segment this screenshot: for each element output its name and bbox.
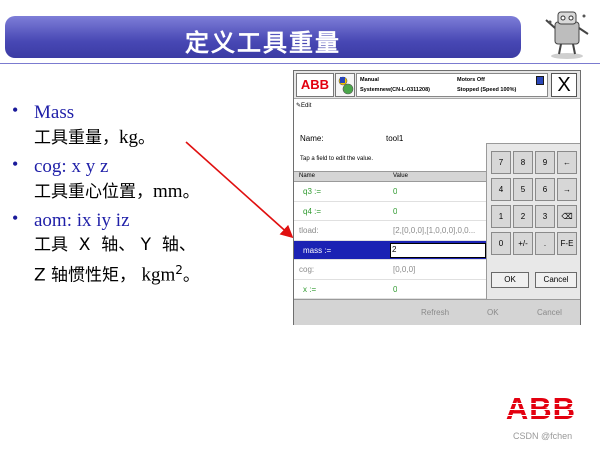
ok-button[interactable]: OK bbox=[487, 308, 499, 317]
row-name: mass := bbox=[303, 245, 332, 255]
bullet-dot: • bbox=[12, 154, 19, 174]
numeric-keypad: 7 8 9 ← 4 5 6 → 1 2 3 ⌫ 0 +/- . F-E OK C… bbox=[486, 143, 580, 299]
title-divider bbox=[0, 63, 600, 64]
name-value: tool1 bbox=[386, 134, 404, 143]
pendant-top-bar: ABB Manual Systemnew(CN-L-0311208) Motor… bbox=[294, 71, 580, 99]
slide-title-bar: 定义工具重量 bbox=[5, 16, 521, 58]
bullet-heading: cog: x y z bbox=[34, 156, 109, 177]
mass-value-input[interactable]: 2 bbox=[390, 242, 486, 258]
key-9[interactable]: 9 bbox=[535, 151, 555, 174]
bullet-list: • Mass 工具重量，kg。 • cog: x y z 工具重心位置，mm。 … bbox=[10, 100, 270, 292]
status-motors: Motors Off bbox=[457, 77, 485, 83]
desc-cn: Z 轴惯性矩， bbox=[34, 265, 137, 286]
close-button[interactable]: X bbox=[551, 73, 577, 97]
bullet-dot: • bbox=[12, 100, 19, 120]
status-state: Stopped (Speed 100%) bbox=[457, 87, 517, 93]
key-2[interactable]: 2 bbox=[513, 205, 533, 228]
watermark-credit: CSDN @fchen bbox=[513, 431, 573, 441]
desc-superscript: 2 bbox=[175, 263, 183, 277]
desc-cn: 工具重量， bbox=[34, 128, 119, 148]
bullet-cog: • cog: x y z 工具重心位置，mm。 bbox=[10, 154, 270, 205]
window-list-icon[interactable] bbox=[536, 76, 544, 85]
key-8[interactable]: 8 bbox=[513, 151, 533, 174]
key-6[interactable]: 6 bbox=[535, 178, 555, 201]
key-3[interactable]: 3 bbox=[535, 205, 555, 228]
status-mode: Manual bbox=[360, 77, 379, 83]
backspace-key[interactable]: ⌫ bbox=[557, 205, 577, 228]
flexpendant-window: ABB Manual Systemnew(CN-L-0311208) Motor… bbox=[293, 70, 581, 325]
pendant-bottom-bar: Refresh OK Cancel bbox=[294, 299, 580, 325]
bullet-mass: • Mass 工具重量，kg。 bbox=[10, 100, 270, 151]
key-left-arrow[interactable]: ← bbox=[557, 151, 577, 174]
key-plus-minus[interactable]: +/- bbox=[513, 232, 533, 255]
row-value: 0 bbox=[393, 284, 398, 294]
desc-end: 。 bbox=[182, 182, 200, 202]
table-row-selected[interactable]: mass := 2 bbox=[294, 240, 486, 260]
key-0[interactable]: 0 bbox=[491, 232, 511, 255]
grid-header: Name Value bbox=[294, 171, 486, 182]
key-1[interactable]: 1 bbox=[491, 205, 511, 228]
parameter-grid: Name Value q3 := 0 q4 := 0 tload: [2,[0,… bbox=[294, 171, 486, 299]
bullet-description: 工具重心位置，mm。 bbox=[34, 179, 270, 205]
row-value: [2,[0,0,0],[1,0,0,0],0,0... bbox=[393, 226, 476, 235]
refresh-button[interactable]: Refresh bbox=[421, 308, 449, 317]
bullet-description: 工具 X 轴、 Y 轴、 bbox=[34, 235, 196, 255]
row-name: q3 := bbox=[303, 187, 322, 196]
row-value: [0,0,0] bbox=[393, 265, 416, 274]
key-5[interactable]: 5 bbox=[513, 178, 533, 201]
abb-menu-button[interactable]: ABB bbox=[296, 73, 334, 97]
input-value: 2 bbox=[392, 244, 397, 254]
row-name: q4 := bbox=[303, 206, 322, 216]
key-exponent[interactable]: F-E bbox=[557, 232, 577, 255]
bullet-heading: aom: ix iy iz bbox=[34, 210, 130, 231]
row-value: 0 bbox=[393, 187, 398, 196]
bullet-aom: • aom: ix iy iz 工具 X 轴、 Y 轴、 Z 轴惯性矩， kgm… bbox=[10, 208, 270, 289]
table-row[interactable]: q4 := 0 bbox=[294, 201, 486, 221]
status-system: Systemnew(CN-L-0311208) bbox=[360, 87, 431, 93]
row-value: 0 bbox=[393, 206, 398, 216]
bullet-description-2: Z 轴惯性矩， kgm2。 bbox=[34, 258, 270, 289]
table-row[interactable]: cog: [0,0,0] bbox=[294, 260, 486, 280]
desc-end: 。 bbox=[138, 128, 155, 148]
status-icon[interactable] bbox=[335, 73, 355, 97]
abb-logo-text: ABB bbox=[506, 392, 576, 422]
slide-title: 定义工具重量 bbox=[185, 29, 341, 57]
desc-end: 。 bbox=[182, 265, 200, 286]
keypad-cancel-button[interactable]: Cancel bbox=[535, 272, 577, 288]
row-name: x := bbox=[303, 284, 317, 294]
edit-header: ✎Edit bbox=[296, 102, 311, 109]
bullet-description: 工具重量，kg。 bbox=[34, 125, 270, 151]
table-row[interactable]: x := 0 bbox=[294, 279, 486, 299]
key-7[interactable]: 7 bbox=[491, 151, 511, 174]
cancel-button[interactable]: Cancel bbox=[537, 308, 562, 317]
key-decimal[interactable]: . bbox=[535, 232, 555, 255]
table-row[interactable]: q3 := 0 bbox=[294, 182, 486, 202]
abb-logo: ABB bbox=[506, 392, 576, 422]
row-name: cog: bbox=[299, 265, 315, 274]
status-box[interactable]: Manual Systemnew(CN-L-0311208) Motors Of… bbox=[356, 73, 548, 97]
desc-unit: kgm bbox=[141, 264, 176, 286]
row-name: tload: bbox=[299, 226, 319, 235]
bullet-dot: • bbox=[12, 208, 19, 228]
table-row[interactable]: tload: [2,[0,0,0],[1,0,0,0],0,0... bbox=[294, 221, 486, 241]
key-right-arrow[interactable]: → bbox=[557, 178, 577, 201]
edit-title: Edit bbox=[301, 103, 312, 109]
keypad-ok-button[interactable]: OK bbox=[491, 272, 529, 288]
bullet-heading: Mass bbox=[34, 102, 75, 123]
edit-hint: Tap a field to edit the value. bbox=[300, 156, 374, 162]
desc-cn: 工具重心位置， bbox=[34, 182, 153, 202]
name-label: Name: bbox=[300, 134, 324, 143]
desc-unit: mm bbox=[153, 181, 183, 202]
robot-mascot-icon bbox=[545, 11, 589, 59]
desc-unit: kg bbox=[119, 127, 138, 148]
column-header-value: Value bbox=[393, 173, 408, 179]
column-header-name: Name bbox=[299, 173, 316, 179]
key-4[interactable]: 4 bbox=[491, 178, 511, 201]
